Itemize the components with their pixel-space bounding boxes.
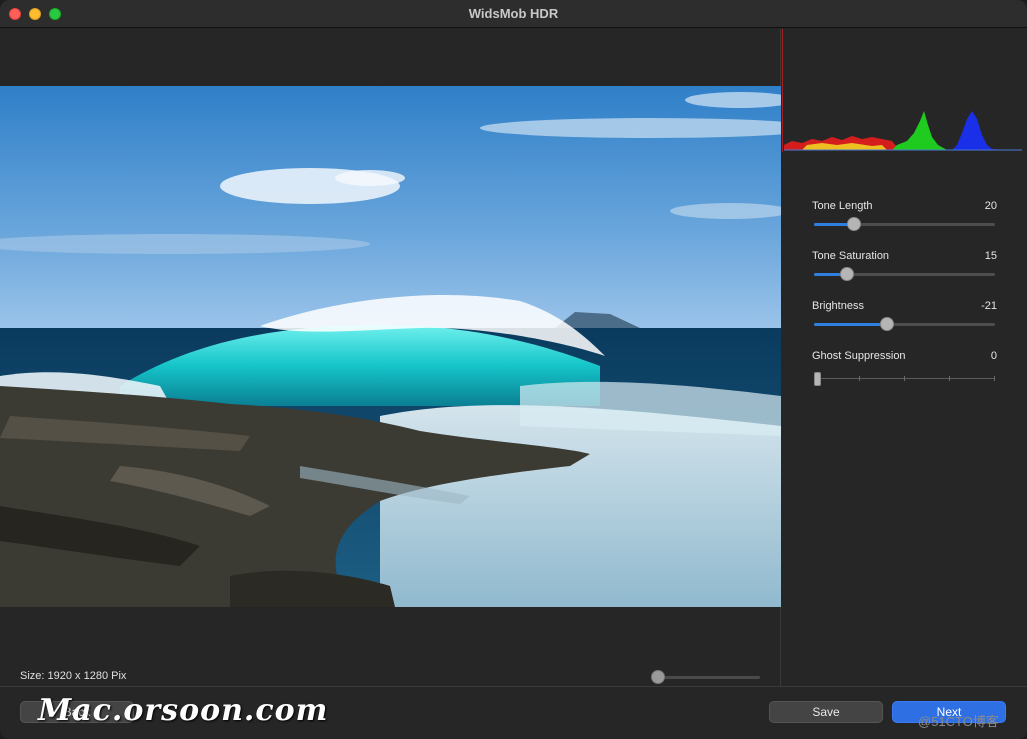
ghost-suppression-value: 0 [990, 350, 997, 362]
window-title: WidsMob HDR [468, 6, 559, 21]
tone-saturation-slider[interactable] [814, 267, 995, 281]
preview-photo [0, 86, 781, 607]
ghost-suppression-label: Ghost Suppression [812, 350, 906, 362]
tone-saturation-label: Tone Saturation [812, 250, 890, 262]
brightness-slider[interactable] [814, 317, 995, 331]
ghost-tick [949, 376, 950, 381]
ghost-suppression-slider[interactable] [814, 372, 995, 386]
histogram [782, 29, 1027, 152]
brightness-fill [814, 323, 887, 326]
brightness-value: -21 [981, 300, 997, 312]
watermark-corner: @51CTO博客 [918, 714, 999, 729]
watermark-main: Mac.orsoon.com [38, 693, 329, 728]
image-preview-area: Size: 1920 x 1280 Pix [0, 29, 781, 686]
ghost-tick [859, 376, 860, 381]
tone-length-value: 20 [984, 200, 997, 212]
tone-length-label: Tone Length [812, 200, 873, 212]
brightness-control: Brightness -21 [812, 300, 997, 331]
tone-saturation-control: Tone Saturation 15 [812, 250, 997, 281]
ghost-suppression-control: Ghost Suppression 0 [812, 350, 997, 386]
tone-length-thumb[interactable] [847, 217, 861, 231]
save-button[interactable]: Save [769, 701, 883, 723]
zoom-slider-track[interactable] [656, 676, 760, 679]
tone-length-slider[interactable] [814, 217, 995, 231]
title-bar: WidsMob HDR [0, 0, 1027, 28]
ghost-tick [994, 376, 995, 381]
ghost-suppression-thumb[interactable] [814, 372, 821, 386]
brightness-thumb[interactable] [880, 317, 894, 331]
tone-saturation-value: 15 [984, 250, 997, 262]
adjustments-panel: Tone Length 20 Tone Saturation 15 Bright… [782, 29, 1027, 686]
image-size-label: Size: 1920 x 1280 Pix [20, 670, 127, 682]
tone-saturation-thumb[interactable] [840, 267, 854, 281]
app-window: WidsMob HDR Size: 1920 x 1280 Pix Tone L… [0, 0, 1027, 739]
zoom-slider-thumb[interactable] [651, 670, 665, 684]
brightness-label: Brightness [812, 300, 864, 312]
ghost-tick [904, 376, 905, 381]
tone-length-control: Tone Length 20 [812, 200, 997, 231]
